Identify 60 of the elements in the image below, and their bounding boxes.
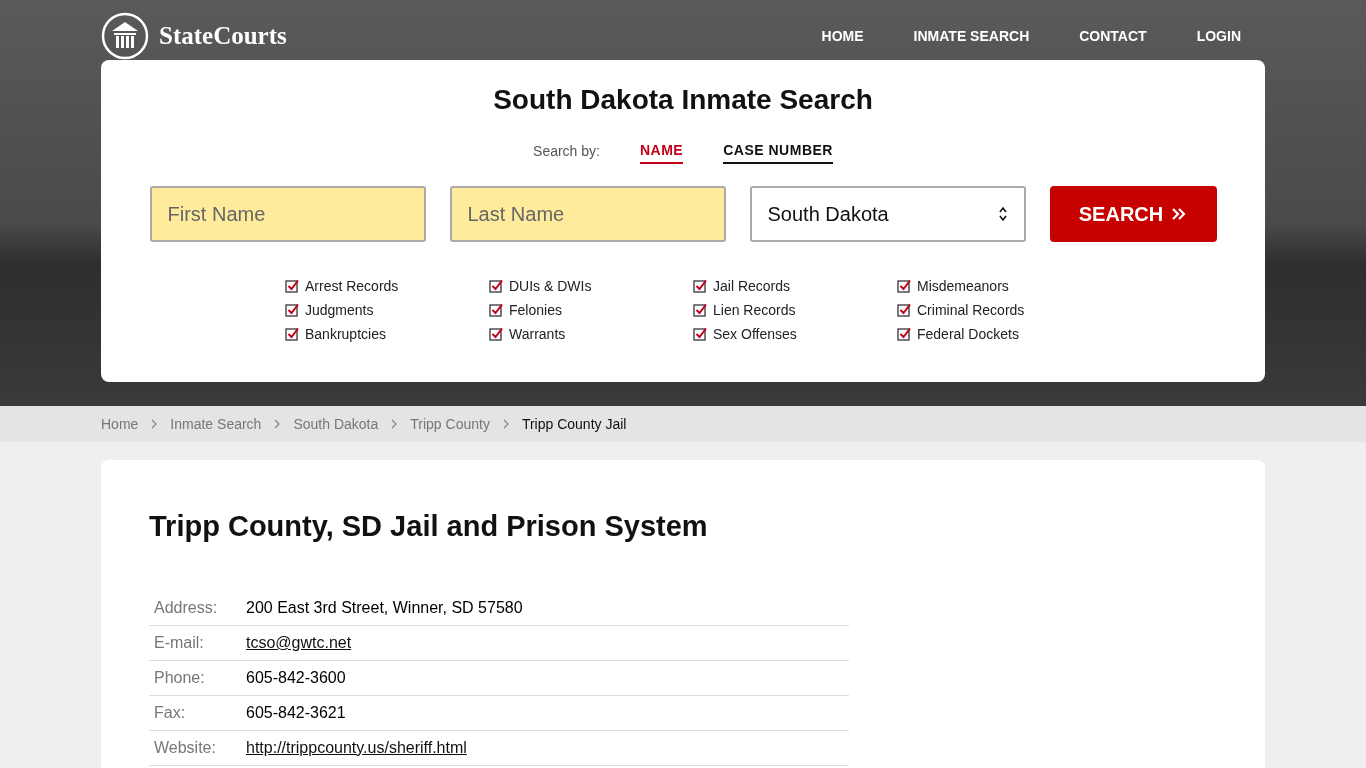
up-down-arrows-icon [997, 205, 1008, 223]
record-type-label[interactable]: Bankruptcies [305, 326, 386, 342]
detail-link[interactable]: tcso@gwtc.net [246, 634, 352, 651]
checkbox-icon[interactable] [693, 327, 707, 341]
nav-link[interactable]: HOME [797, 22, 888, 50]
chevron-icon [390, 418, 399, 430]
state-select[interactable]: South Dakota [749, 186, 1026, 242]
double-chevron-icon [1171, 206, 1188, 222]
search-button[interactable]: SEARCH [1049, 186, 1217, 242]
checkbox-icon[interactable] [285, 303, 299, 317]
first-name-field[interactable]: First Name [149, 186, 426, 242]
record-type-label[interactable]: Arrest Records [305, 278, 399, 294]
chevron-icon [501, 418, 510, 430]
breadcrumb-link[interactable]: Home [101, 416, 139, 432]
nav-link[interactable]: LOGIN [1172, 22, 1265, 50]
detail-label: E-mail: [149, 625, 241, 661]
checkbox-icon[interactable] [897, 279, 911, 293]
logo-text[interactable]: StateCourts [159, 22, 287, 50]
record-type-label[interactable]: Jail Records [713, 278, 791, 294]
breadcrumb-link[interactable]: South Dakota [293, 416, 379, 432]
detail-value: 200 East 3rd Street, Winner, SD 57580 [246, 599, 523, 616]
breadcrumb-link[interactable]: Tripp County Jail [521, 416, 627, 432]
checkbox-icon[interactable] [489, 327, 503, 341]
detail-link[interactable]: http://trippcounty.us/sheriff.html [246, 739, 467, 756]
page-heading: Tripp County, SD Jail and Prison System [149, 510, 709, 543]
search-tab[interactable]: NAME [640, 138, 684, 164]
record-type-label[interactable]: Criminal Records [917, 302, 1025, 318]
detail-label: Address: [149, 591, 241, 626]
checkbox-icon[interactable] [897, 327, 911, 341]
checkbox-icon[interactable] [285, 327, 299, 341]
checkbox-icon[interactable] [285, 279, 299, 293]
detail-value: 605-842-3600 [246, 669, 346, 686]
record-type-label[interactable]: Federal Dockets [917, 326, 1019, 342]
record-type-label[interactable]: Judgments [305, 302, 374, 318]
nav-link[interactable]: CONTACT [1055, 22, 1171, 50]
courthouse-logo-icon[interactable] [101, 12, 149, 60]
search-title: South Dakota Inmate Search [493, 84, 873, 116]
checkbox-icon[interactable] [489, 279, 503, 293]
search-by-label: Search by: [533, 143, 600, 159]
chevron-icon [273, 418, 282, 430]
detail-label: Fax: [149, 695, 241, 731]
record-type-label[interactable]: Warrants [509, 326, 566, 342]
breadcrumb-link[interactable]: Inmate Search [170, 416, 262, 432]
checkbox-icon[interactable] [693, 279, 707, 293]
nav-link[interactable]: INMATE SEARCH [889, 22, 1054, 50]
breadcrumb-link[interactable]: Tripp County [410, 416, 490, 432]
chevron-icon [150, 418, 159, 430]
record-type-label[interactable]: Felonies [509, 302, 562, 318]
record-type-label[interactable]: Lien Records [713, 302, 796, 318]
detail-label: Website: [149, 730, 241, 766]
record-type-label[interactable]: Sex Offenses [713, 326, 797, 342]
last-name-field[interactable]: Last Name [449, 186, 726, 242]
search-tab[interactable]: CASE NUMBER [723, 138, 833, 164]
record-type-label[interactable]: DUIs & DWIs [509, 278, 592, 294]
record-type-label[interactable]: Misdemeanors [917, 278, 1009, 294]
detail-label: Phone: [149, 660, 241, 696]
checkbox-icon[interactable] [897, 303, 911, 317]
checkbox-icon[interactable] [693, 303, 707, 317]
checkbox-icon[interactable] [489, 303, 503, 317]
detail-value: 605-842-3621 [246, 704, 346, 721]
